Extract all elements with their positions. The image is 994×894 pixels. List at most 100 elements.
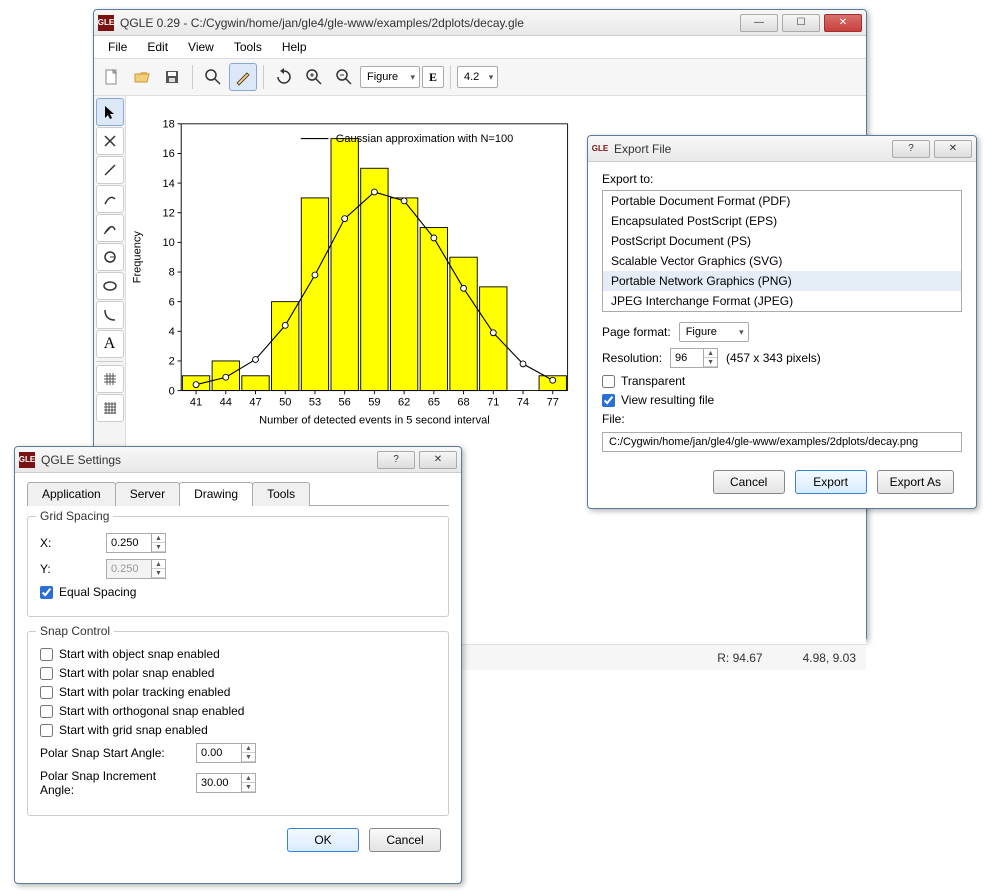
svg-text:59: 59 bbox=[368, 396, 380, 408]
e-button[interactable]: E bbox=[422, 66, 444, 88]
new-file-icon[interactable] bbox=[98, 63, 126, 91]
format-item[interactable]: JPEG Interchange Format (JPEG) bbox=[603, 291, 961, 311]
svg-text:65: 65 bbox=[428, 396, 440, 408]
settings-titlebar: GLE QGLE Settings ? ✕ bbox=[15, 447, 461, 473]
zoom-out-icon[interactable] bbox=[330, 63, 358, 91]
format-item[interactable]: Scalable Vector Graphics (SVG) bbox=[603, 251, 961, 271]
object-snap-check[interactable]: Start with object snap enabled bbox=[40, 647, 436, 661]
close-button[interactable]: ✕ bbox=[824, 14, 862, 32]
page-format-label: Page format: bbox=[602, 325, 671, 339]
menu-view[interactable]: View bbox=[180, 38, 222, 56]
status-r: R: 94.67 bbox=[717, 651, 762, 665]
resolution-input[interactable] bbox=[671, 349, 703, 367]
text-tool-icon[interactable]: A bbox=[96, 330, 124, 358]
tab-server[interactable]: Server bbox=[115, 482, 180, 506]
pointer-tool-icon[interactable] bbox=[96, 98, 124, 126]
page-format-select[interactable]: Figure bbox=[679, 322, 749, 342]
svg-text:18: 18 bbox=[162, 118, 174, 130]
svg-text:77: 77 bbox=[547, 396, 559, 408]
help-button[interactable]: ? bbox=[892, 140, 930, 158]
tangent-tool-icon[interactable] bbox=[96, 214, 124, 242]
zoom-in-icon[interactable] bbox=[300, 63, 328, 91]
polar-snap-check[interactable]: Start with polar snap enabled bbox=[40, 666, 436, 680]
export-cancel-button[interactable]: Cancel bbox=[713, 470, 785, 494]
file-path-input[interactable] bbox=[602, 432, 962, 452]
grid-tool-icon[interactable] bbox=[96, 365, 124, 393]
export-button[interactable]: Export bbox=[795, 470, 867, 494]
x-input[interactable] bbox=[107, 534, 151, 552]
maximize-button[interactable]: ☐ bbox=[782, 14, 820, 32]
format-item[interactable]: Encapsulated PostScript (EPS) bbox=[603, 211, 961, 231]
pencil-icon[interactable] bbox=[229, 63, 257, 91]
polar-inc-input[interactable] bbox=[197, 774, 241, 792]
y-input bbox=[107, 560, 151, 578]
export-title: Export File bbox=[614, 142, 892, 156]
polar-tracking-check[interactable]: Start with polar tracking enabled bbox=[40, 685, 436, 699]
ok-button[interactable]: OK bbox=[287, 828, 359, 852]
format-item[interactable]: Portable Network Graphics (PNG) bbox=[603, 271, 961, 291]
svg-text:74: 74 bbox=[517, 396, 529, 408]
menu-file[interactable]: File bbox=[100, 38, 135, 56]
save-file-icon[interactable] bbox=[158, 63, 186, 91]
ellipse-tool-icon[interactable] bbox=[96, 272, 124, 300]
export-dialog: GLE Export File ? ✕ Export to: Portable … bbox=[587, 135, 977, 509]
tab-application[interactable]: Application bbox=[27, 482, 116, 506]
x-label: X: bbox=[40, 536, 98, 550]
reload-icon[interactable] bbox=[270, 63, 298, 91]
svg-text:41: 41 bbox=[190, 396, 202, 408]
snap-control-group: Snap Control Start with object snap enab… bbox=[27, 631, 449, 816]
cancel-button[interactable]: Cancel bbox=[369, 828, 441, 852]
svg-text:68: 68 bbox=[457, 396, 469, 408]
menu-tools[interactable]: Tools bbox=[226, 38, 270, 56]
export-as-button[interactable]: Export As bbox=[877, 470, 954, 494]
polar-start-stepper[interactable]: ▲▼ bbox=[196, 743, 256, 763]
resolution-stepper[interactable]: ▲▼ bbox=[670, 348, 718, 368]
format-item[interactable]: PostScript Document (PS) bbox=[603, 231, 961, 251]
tab-tools[interactable]: Tools bbox=[252, 482, 310, 506]
polar-inc-stepper[interactable]: ▲▼ bbox=[196, 773, 256, 793]
line-tool-icon[interactable] bbox=[96, 156, 124, 184]
status-coord: 4.98, 9.03 bbox=[803, 651, 856, 665]
svg-text:47: 47 bbox=[249, 396, 261, 408]
menu-edit[interactable]: Edit bbox=[139, 38, 176, 56]
svg-text:2: 2 bbox=[169, 356, 175, 368]
cross-tool-icon[interactable] bbox=[96, 127, 124, 155]
svg-text:56: 56 bbox=[339, 396, 351, 408]
y-label: Y: bbox=[40, 562, 98, 576]
polar-start-input[interactable] bbox=[197, 744, 241, 762]
format-item[interactable]: Portable Document Format (PDF) bbox=[603, 191, 961, 211]
circle-tool-icon[interactable] bbox=[96, 243, 124, 271]
polar-start-label: Polar Snap Start Angle: bbox=[40, 746, 188, 760]
curve-tool-icon[interactable] bbox=[96, 301, 124, 329]
svg-text:53: 53 bbox=[309, 396, 321, 408]
help-button[interactable]: ? bbox=[377, 451, 415, 469]
close-button[interactable]: ✕ bbox=[419, 451, 457, 469]
figure-select[interactable]: Figure bbox=[360, 66, 420, 88]
x-stepper[interactable]: ▲▼ bbox=[106, 533, 166, 553]
equal-spacing-check[interactable]: Equal Spacing bbox=[40, 585, 436, 599]
svg-text:12: 12 bbox=[162, 207, 174, 219]
settings-tabs: Application Server Drawing Tools bbox=[27, 481, 449, 506]
view-resulting-check[interactable]: View resulting file bbox=[602, 393, 962, 407]
settings-dialog: GLE QGLE Settings ? ✕ Application Server… bbox=[14, 446, 462, 884]
grid-snap-check[interactable]: Start with grid snap enabled bbox=[40, 723, 436, 737]
export-to-label: Export to: bbox=[602, 172, 962, 186]
arc-tool-icon[interactable] bbox=[96, 185, 124, 213]
grid-spacing-legend: Grid Spacing bbox=[36, 509, 113, 523]
format-list[interactable]: Portable Document Format (PDF)Encapsulat… bbox=[602, 190, 962, 312]
orthogonal-snap-check[interactable]: Start with orthogonal snap enabled bbox=[40, 704, 436, 718]
close-button[interactable]: ✕ bbox=[934, 140, 972, 158]
minimize-button[interactable]: — bbox=[740, 14, 778, 32]
open-file-icon[interactable] bbox=[128, 63, 156, 91]
transparent-check[interactable]: Transparent bbox=[602, 374, 962, 388]
grid2-tool-icon[interactable] bbox=[96, 394, 124, 422]
tab-drawing[interactable]: Drawing bbox=[179, 482, 253, 506]
svg-text:16: 16 bbox=[162, 148, 174, 160]
y-stepper: ▲▼ bbox=[106, 559, 166, 579]
zoom-level-select[interactable]: 4.2 bbox=[457, 66, 498, 88]
zoom-icon[interactable] bbox=[199, 63, 227, 91]
menu-help[interactable]: Help bbox=[274, 38, 315, 56]
svg-text:4: 4 bbox=[169, 326, 175, 338]
file-label: File: bbox=[602, 412, 962, 426]
resolution-label: Resolution: bbox=[602, 351, 662, 365]
